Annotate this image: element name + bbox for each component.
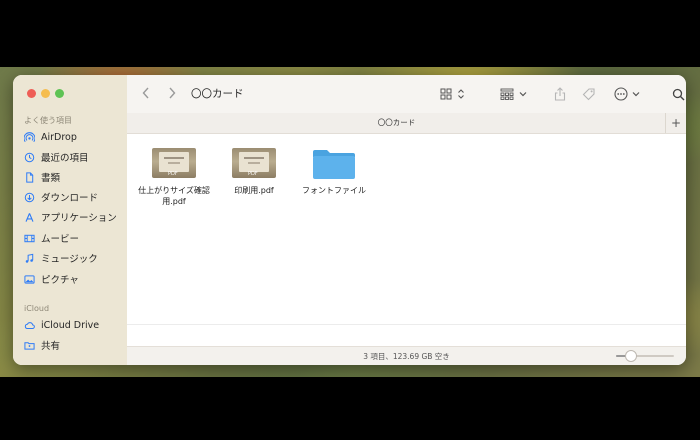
back-button[interactable] [138,85,154,101]
share-icon [554,87,566,101]
tab-bar: 〇〇カード + [127,113,686,134]
photo-icon [24,274,35,284]
toolbar: 〇〇カード [127,75,686,114]
cloud-icon [24,321,35,329]
status-bar: 3 項目、123.69 GB 空き [127,346,686,365]
minimize-window-button[interactable] [41,89,50,98]
more-actions-button[interactable] [614,86,640,102]
window-title: 〇〇カード [191,88,244,100]
sidebar-item-label: 書類 [41,173,61,184]
sidebar: よく使う項目 AirDrop 最近の項目 書類 ダウンロード アプリケーション … [13,75,128,365]
close-window-button[interactable] [27,89,36,98]
sidebar-item-label: AirDrop [41,131,77,143]
group-grid-icon [500,88,514,100]
view-mode-button[interactable] [440,86,465,102]
sidebar-item-shared[interactable]: 共有 [24,336,124,354]
document-icon [26,171,34,183]
download-icon [24,192,35,202]
sidebar-item-label: アプリケーション [41,213,117,224]
sidebar-section-icloud: iCloud [24,304,50,313]
sidebar-item-label: ムービー [41,234,80,245]
chevron-right-icon [169,87,176,99]
sidebar-item-music[interactable]: ミュージック [24,249,124,267]
forward-button[interactable] [164,85,180,101]
sidebar-item-airdrop[interactable]: AirDrop [24,128,124,146]
finder-window: よく使う項目 AirDrop 最近の項目 書類 ダウンロード アプリケーション … [13,75,686,365]
sidebar-item-movies[interactable]: ムービー [24,229,124,247]
icon-size-slider[interactable] [616,350,674,362]
folder-icon [312,148,356,180]
chevron-down-icon [519,92,527,97]
zoom-window-button[interactable] [55,89,64,98]
status-text: 3 項目、123.69 GB 空き [363,352,450,361]
sidebar-item-documents[interactable]: 書類 [24,168,124,186]
content-divider [127,324,686,325]
file-item[interactable]: PDF 仕上がりサイズ確認用.pdf [131,148,217,208]
tags-button[interactable] [582,86,596,102]
slider-knob[interactable] [624,350,637,362]
applications-icon [25,212,34,222]
plus-icon: + [670,116,682,130]
sidebar-item-recents[interactable]: 最近の項目 [24,148,124,166]
share-button[interactable] [554,86,566,102]
airdrop-icon [24,131,35,142]
chevron-left-icon [142,87,149,99]
shared-folder-icon [24,341,35,350]
file-name: 仕上がりサイズ確認用.pdf [138,186,210,206]
sidebar-item-label: iCloud Drive [41,319,100,331]
folder-item[interactable]: フォントファイル [291,148,377,197]
sidebar-item-pictures[interactable]: ピクチャ [24,270,124,288]
search-icon [672,88,685,100]
search-button[interactable] [672,86,685,102]
pdf-thumbnail-icon: PDF [232,148,276,180]
chevron-down-icon [632,92,640,97]
grid-view-icon [440,88,452,100]
sidebar-section-favorites: よく使う項目 [24,116,72,125]
tab-current-folder[interactable]: 〇〇カード [127,117,666,128]
sidebar-item-icloud-drive[interactable]: iCloud Drive [24,316,124,334]
sidebar-item-label: ミュージック [41,254,98,265]
sidebar-item-label: ピクチャ [41,275,79,286]
clock-icon [24,152,35,162]
folder-name: フォントファイル [302,186,366,195]
file-browser: PDF 仕上がりサイズ確認用.pdf PDF 印刷用.pdf フォントファイル [127,134,686,347]
sidebar-item-label: ダウンロード [41,193,99,204]
film-icon [24,234,35,242]
tag-icon [582,88,595,101]
sidebar-item-label: 共有 [41,341,61,352]
music-icon [25,253,34,263]
group-button[interactable] [500,86,527,102]
file-item[interactable]: PDF 印刷用.pdf [211,148,297,197]
sidebar-item-downloads[interactable]: ダウンロード [24,188,124,206]
sidebar-item-applications[interactable]: アプリケーション [24,208,124,226]
new-tab-button[interactable]: + [665,113,686,133]
sidebar-item-label: 最近の項目 [41,153,89,164]
pdf-thumbnail-icon: PDF [152,148,196,180]
file-name: 印刷用.pdf [234,186,274,195]
up-down-chevron-icon [458,89,464,99]
ellipsis-circle-icon [614,87,628,101]
